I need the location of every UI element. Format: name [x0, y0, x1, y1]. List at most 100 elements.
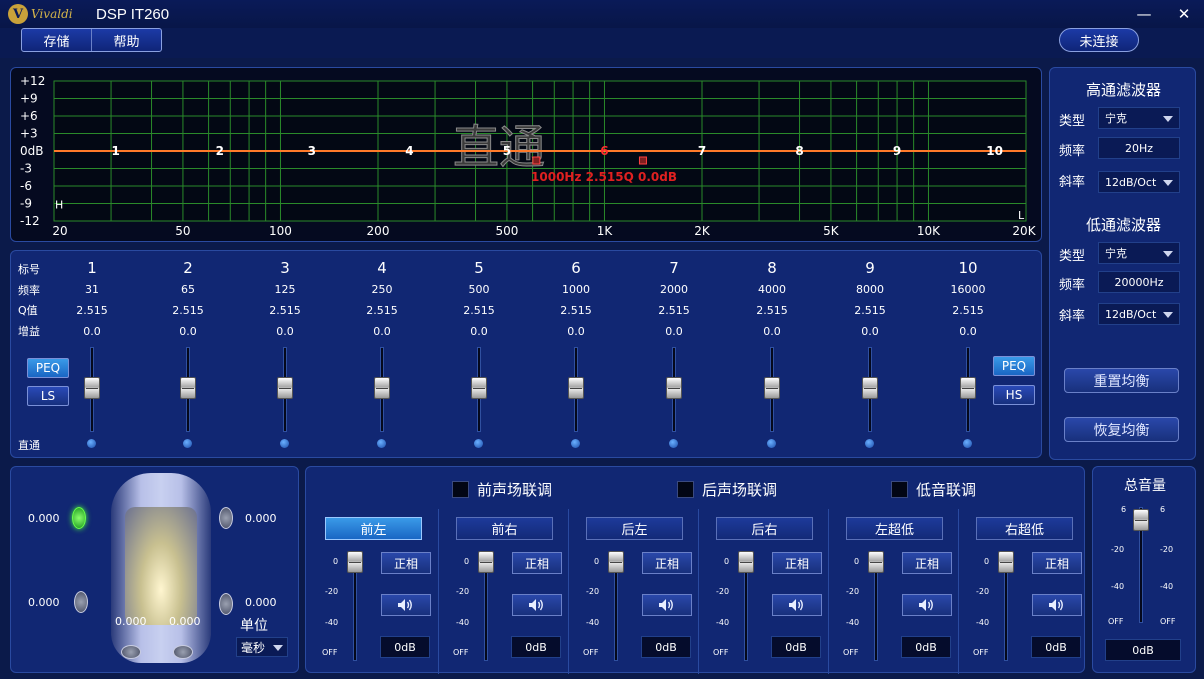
band-freq[interactable]: 65 — [158, 283, 218, 296]
speaker-rear-right-icon[interactable] — [215, 591, 233, 617]
band-q[interactable]: 2.515 — [352, 304, 412, 317]
band-gain[interactable]: 0.0 — [255, 325, 315, 338]
bass-link-checkbox[interactable]: 低音联调 — [891, 479, 976, 500]
band-q[interactable]: 2.515 — [742, 304, 802, 317]
band-bypass-dot[interactable] — [963, 439, 972, 448]
band-bypass-dot[interactable] — [183, 439, 192, 448]
phase-button[interactable]: 正相 — [642, 552, 692, 574]
band-marker-10[interactable]: 10 — [986, 144, 1003, 158]
channel-volume-slider[interactable] — [476, 551, 496, 661]
band-marker-2[interactable]: 2 — [216, 144, 224, 158]
band-marker-6[interactable]: 6 — [600, 144, 608, 158]
band-q[interactable]: 2.515 — [938, 304, 998, 317]
channel-volume-slider[interactable] — [345, 551, 365, 661]
mute-button[interactable] — [1032, 594, 1082, 616]
delay-sub-left[interactable]: 0.000 — [115, 615, 147, 628]
help-button[interactable]: 帮助 — [91, 29, 161, 51]
channel-select-button[interactable]: 前左 — [325, 517, 422, 540]
delay-sub-right[interactable]: 0.000 — [169, 615, 201, 628]
band-gain[interactable]: 0.0 — [546, 325, 606, 338]
right-hs-button[interactable]: HS — [993, 385, 1035, 405]
connect-button[interactable]: 未连接 — [1059, 28, 1139, 52]
slider-thumb[interactable] — [84, 377, 100, 399]
q-handle-right[interactable] — [638, 156, 647, 165]
band-gain-slider[interactable] — [958, 347, 978, 432]
speaker-rear-left-icon[interactable] — [70, 589, 88, 615]
band-gain-slider[interactable] — [178, 347, 198, 432]
band-gain-slider[interactable] — [469, 347, 489, 432]
speaker-front-right-icon[interactable] — [215, 505, 233, 531]
slider-thumb[interactable] — [738, 551, 754, 573]
band-marker-7[interactable]: 7 — [698, 144, 706, 158]
band-gain-slider[interactable] — [275, 347, 295, 432]
band-q[interactable]: 2.515 — [644, 304, 704, 317]
band-q[interactable]: 2.515 — [62, 304, 122, 317]
band-q[interactable]: 2.515 — [546, 304, 606, 317]
close-button[interactable]: ✕ — [1164, 0, 1204, 28]
mute-button[interactable] — [772, 594, 822, 616]
slider-thumb[interactable] — [568, 377, 584, 399]
lp-slope-select[interactable]: 12dB/Oct — [1098, 303, 1180, 325]
band-gain-slider[interactable] — [372, 347, 392, 432]
subwoofer-right-icon[interactable] — [173, 643, 195, 663]
band-gain[interactable]: 0.0 — [840, 325, 900, 338]
band-gain[interactable]: 0.0 — [449, 325, 509, 338]
delay-rear-left[interactable]: 0.000 — [28, 596, 60, 609]
slider-thumb[interactable] — [471, 377, 487, 399]
phase-button[interactable]: 正相 — [1032, 552, 1082, 574]
slider-thumb[interactable] — [868, 551, 884, 573]
band-freq[interactable]: 1000 — [546, 283, 606, 296]
band-freq[interactable]: 500 — [449, 283, 509, 296]
band-freq[interactable]: 250 — [352, 283, 412, 296]
band-gain[interactable]: 0.0 — [742, 325, 802, 338]
minimize-button[interactable]: — — [1124, 0, 1164, 28]
band-marker-8[interactable]: 8 — [795, 144, 803, 158]
band-gain[interactable]: 0.0 — [644, 325, 704, 338]
left-ls-button[interactable]: LS — [27, 386, 69, 406]
reset-eq-button[interactable]: 重置均衡 — [1064, 368, 1179, 393]
delay-rear-right[interactable]: 0.000 — [245, 596, 277, 609]
unit-select[interactable]: 毫秒 — [236, 637, 288, 657]
slider-thumb[interactable] — [1133, 509, 1149, 531]
band-bypass-dot[interactable] — [280, 439, 289, 448]
rear-link-checkbox[interactable]: 后声场联调 — [677, 479, 777, 500]
save-button[interactable]: 存储 — [22, 29, 91, 51]
band-freq[interactable]: 8000 — [840, 283, 900, 296]
slider-thumb[interactable] — [764, 377, 780, 399]
slider-thumb[interactable] — [960, 377, 976, 399]
hp-slope-select[interactable]: 12dB/Oct — [1098, 171, 1180, 193]
band-marker-4[interactable]: 4 — [405, 144, 413, 158]
channel-volume-slider[interactable] — [736, 551, 756, 661]
checkbox-box[interactable] — [452, 481, 469, 498]
mute-button[interactable] — [512, 594, 562, 616]
slider-thumb[interactable] — [478, 551, 494, 573]
lp-type-select[interactable]: 宁克 — [1098, 242, 1180, 264]
slider-thumb[interactable] — [277, 377, 293, 399]
delay-front-left[interactable]: 0.000 — [28, 512, 60, 525]
channel-volume-slider[interactable] — [996, 551, 1016, 661]
band-bypass-dot[interactable] — [669, 439, 678, 448]
band-gain[interactable]: 0.0 — [938, 325, 998, 338]
mute-button[interactable] — [642, 594, 692, 616]
channel-volume-slider[interactable] — [866, 551, 886, 661]
front-link-checkbox[interactable]: 前声场联调 — [452, 479, 552, 500]
highpass-marker[interactable]: H — [55, 199, 63, 212]
speaker-front-left-icon[interactable] — [68, 505, 86, 531]
channel-volume-slider[interactable] — [606, 551, 626, 661]
phase-button[interactable]: 正相 — [512, 552, 562, 574]
slider-thumb[interactable] — [180, 377, 196, 399]
band-q[interactable]: 2.515 — [255, 304, 315, 317]
band-freq[interactable]: 4000 — [742, 283, 802, 296]
q-handle-left[interactable] — [532, 156, 541, 165]
channel-select-button[interactable]: 后右 — [716, 517, 813, 540]
subwoofer-left-icon[interactable] — [121, 643, 143, 663]
band-gain[interactable]: 0.0 — [158, 325, 218, 338]
band-bypass-dot[interactable] — [474, 439, 483, 448]
right-peq-button[interactable]: PEQ — [993, 356, 1035, 376]
band-marker-5[interactable]: 5 — [503, 144, 511, 158]
band-gain-slider[interactable] — [762, 347, 782, 432]
band-q[interactable]: 2.515 — [158, 304, 218, 317]
slider-thumb[interactable] — [347, 551, 363, 573]
band-bypass-dot[interactable] — [767, 439, 776, 448]
band-gain-slider[interactable] — [664, 347, 684, 432]
